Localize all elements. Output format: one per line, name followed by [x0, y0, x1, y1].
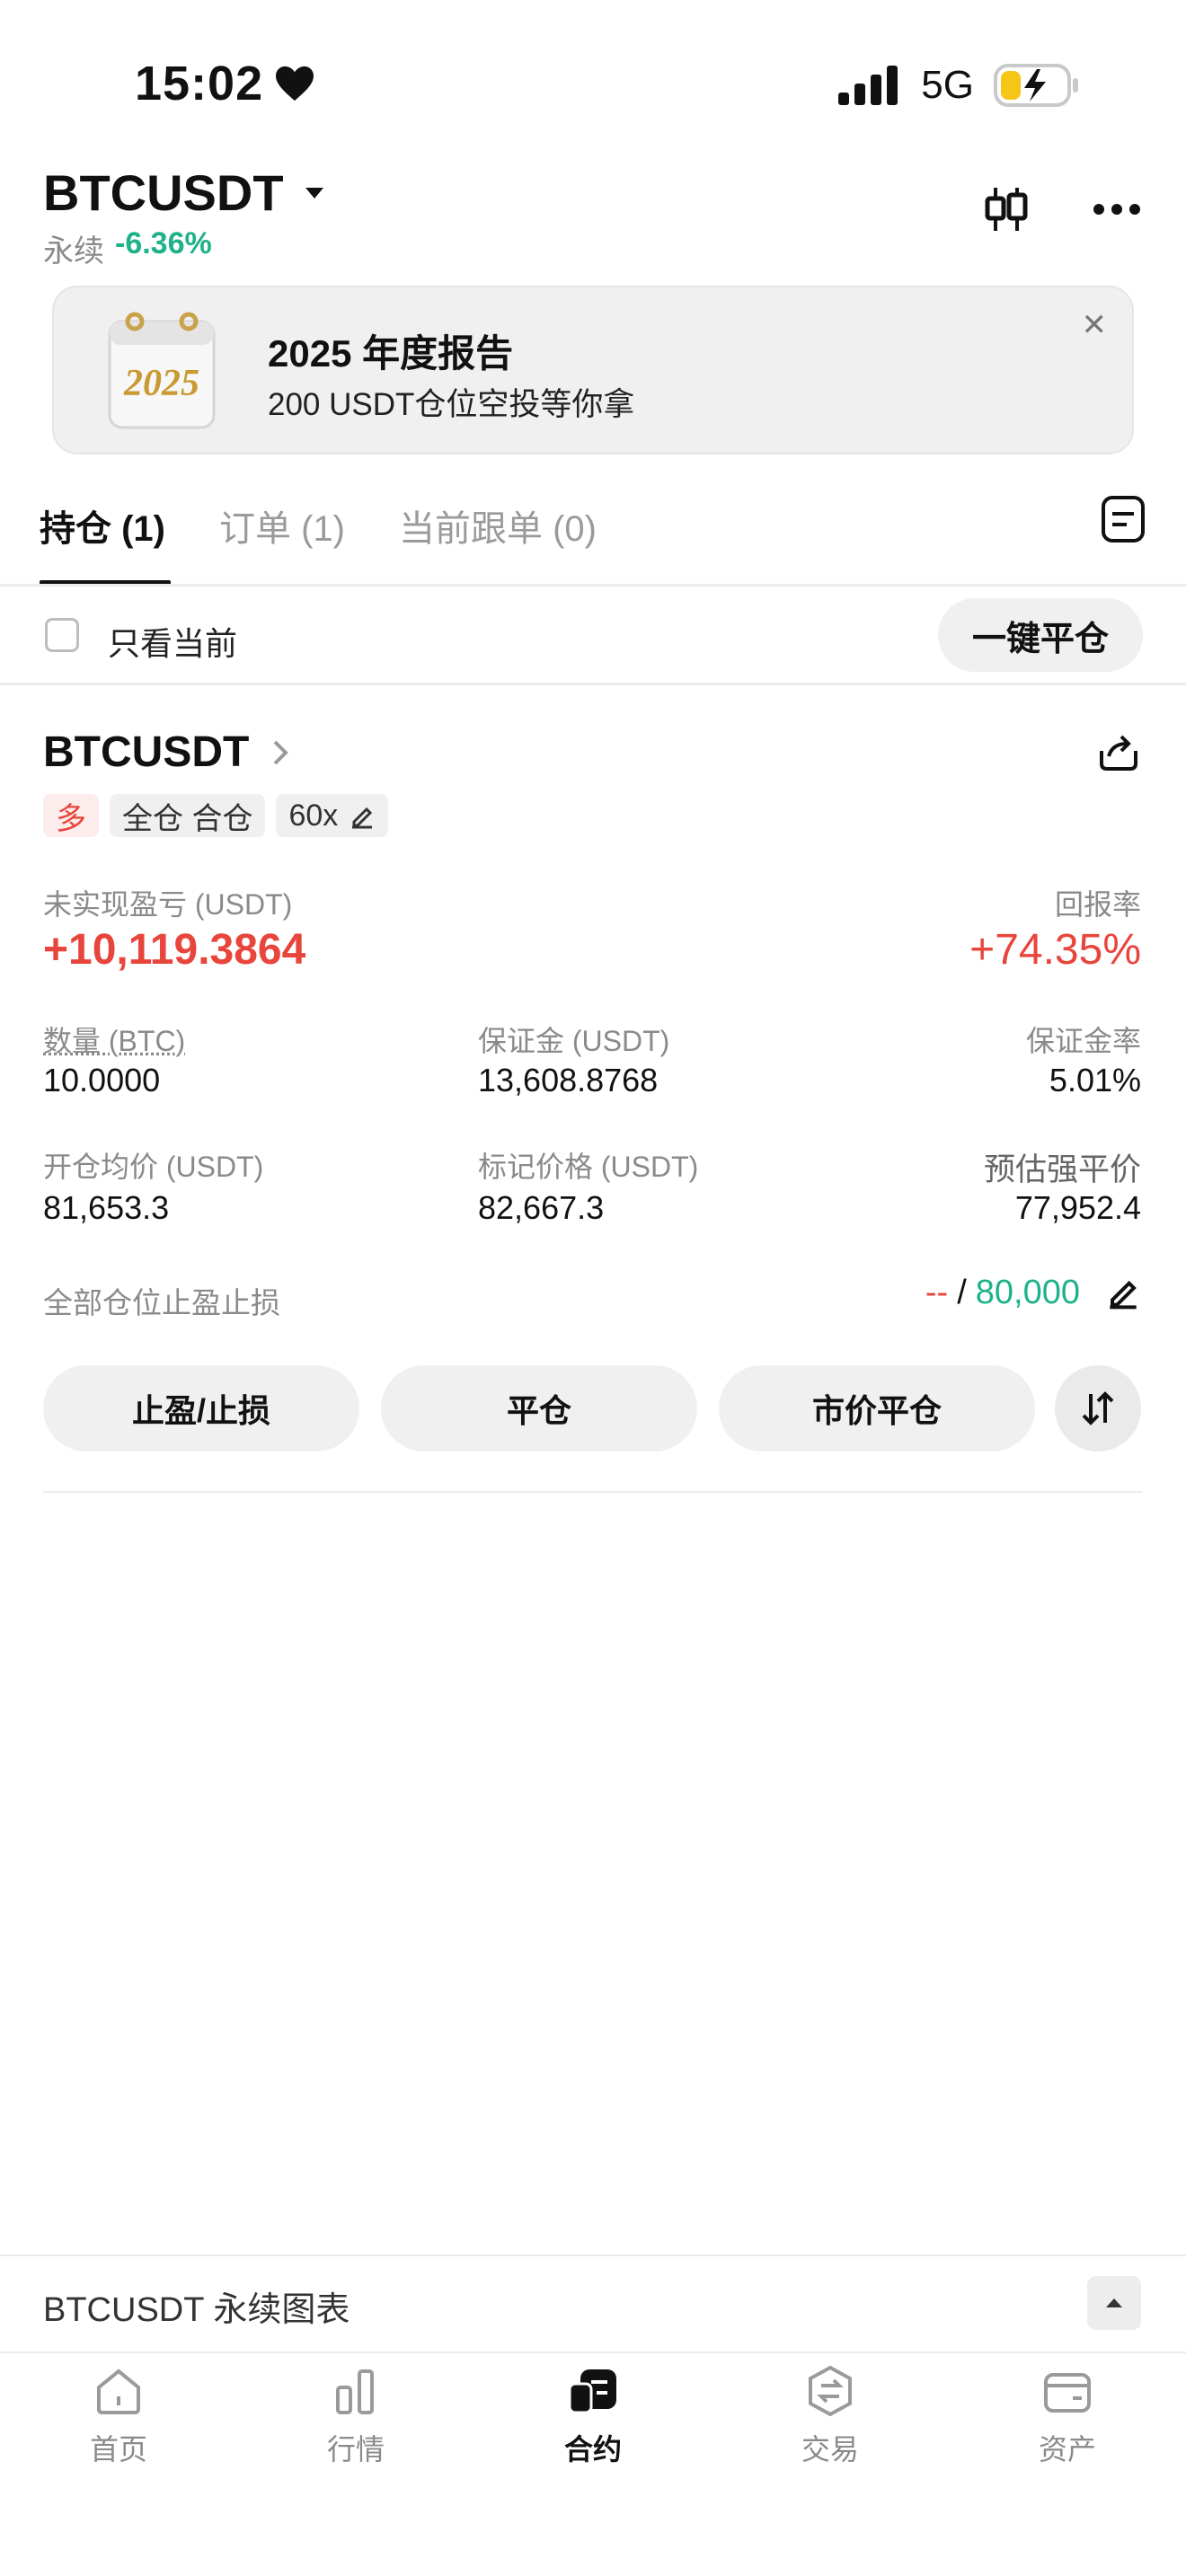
svg-text:2025: 2025 [123, 363, 199, 404]
market-close-button[interactable]: 市价平仓 [719, 1365, 1035, 1451]
margin-value: 13,608.8768 [478, 1062, 659, 1098]
calendar-2025-icon: 2025 [108, 312, 216, 429]
caret-down-icon [305, 187, 323, 198]
entry-price-label: 开仓均价 (USDT) [43, 1151, 264, 1183]
banner-title: 2025 年度报告 [268, 332, 514, 375]
pair-title: BTCUSDT [43, 164, 284, 221]
take-profit-value: -- [925, 1274, 949, 1311]
nav-assets[interactable]: 资产 [949, 2353, 1186, 2470]
roe-label: 回报率 [1054, 888, 1141, 921]
banner-subtitle: 200 USDT仓位空投等你拿 [268, 387, 635, 422]
close-icon[interactable]: ✕ [1082, 307, 1108, 343]
margin-ratio-value: 5.01% [1049, 1062, 1141, 1098]
status-time: 15:02 [135, 56, 315, 111]
heart-icon [276, 66, 314, 101]
margin-mode-badge[interactable]: 全仓 合仓 [110, 794, 266, 837]
roe-value: +74.35% [969, 926, 1141, 974]
header-actions [983, 184, 1141, 234]
trade-icon [809, 2365, 852, 2417]
network-type: 5G [921, 63, 974, 107]
pencil-icon [352, 807, 373, 829]
card-divider [43, 1491, 1143, 1493]
tpsl-button[interactable]: 止盈/止损 [43, 1365, 359, 1451]
chart-bar-label[interactable]: BTCUSDT 永续图表 [43, 2281, 350, 2331]
close-position-button[interactable]: 平仓 [381, 1365, 697, 1451]
qty-value: 10.0000 [43, 1062, 161, 1098]
tpsl-label: 全部仓位止盈止损 [43, 1286, 280, 1319]
pair-subtitle: 永续 -6.36% [43, 226, 212, 270]
contract-type: 永续 [43, 234, 104, 269]
bottom-nav: 首页 行情 合约 交易 资产 [0, 2353, 1186, 2470]
caret-up-icon [1106, 2298, 1122, 2307]
tpsl-separator: / [957, 1274, 967, 1311]
futures-icon [568, 2369, 616, 2414]
close-all-button[interactable]: 一键平仓 [938, 598, 1143, 672]
stop-loss-value: 80,000 [975, 1274, 1080, 1311]
qty-label[interactable]: 数量 (BTC) [43, 1019, 185, 1060]
filter-divider [0, 683, 1186, 685]
liq-price-value: 77,952.4 [1014, 1189, 1141, 1226]
mark-price-label: 标记价格 (USDT) [478, 1151, 699, 1183]
expand-chart-button[interactable] [1087, 2276, 1141, 2330]
status-right: 5G [838, 63, 1080, 108]
signal-icon [838, 66, 898, 105]
position-tabs: 持仓 (1) 订单 (1) 当前跟单 (0) [40, 499, 597, 551]
wallet-icon [1044, 2373, 1091, 2413]
margin-ratio-label: 保证金率 [1025, 1025, 1141, 1057]
current-only-label: 只看当前 [108, 625, 238, 662]
tab-positions[interactable]: 持仓 (1) [40, 499, 165, 551]
market-icon [336, 2369, 374, 2414]
candlestick-chart-icon[interactable] [983, 184, 1030, 234]
mark-price-value: 82,667.3 [478, 1189, 605, 1226]
liq-price-label: 预估强平价 [983, 1152, 1141, 1187]
edit-icon[interactable] [1105, 1274, 1141, 1310]
tab-orders[interactable]: 订单 (1) [219, 499, 345, 551]
price-change: -6.36% [115, 226, 212, 260]
side-badge: 多 [43, 794, 99, 837]
nav-market[interactable]: 行情 [237, 2353, 474, 2470]
more-icon[interactable] [1093, 203, 1141, 216]
current-only-checkbox[interactable] [45, 618, 79, 652]
share-icon[interactable] [1096, 731, 1141, 772]
entry-price-value: 81,653.3 [43, 1189, 170, 1226]
position-tags: 多 全仓 合仓 60x [43, 794, 389, 837]
position-symbol[interactable]: BTCUSDT [43, 728, 289, 777]
document-icon[interactable] [1100, 494, 1146, 544]
tab-copy-trades[interactable]: 当前跟单 (0) [399, 499, 597, 551]
home-icon [97, 2369, 140, 2414]
battery-charging-icon [994, 64, 1078, 107]
pair-selector[interactable]: BTCUSDT [43, 163, 325, 222]
leverage-badge[interactable]: 60x [276, 794, 389, 837]
reverse-position-button[interactable] [1055, 1365, 1141, 1451]
margin-label: 保证金 (USDT) [478, 1025, 670, 1057]
chart-bar-divider [0, 2254, 1186, 2256]
tpsl-values: -- / 80,000 [925, 1274, 1080, 1312]
nav-home[interactable]: 首页 [0, 2353, 237, 2470]
chevron-right-icon [273, 740, 289, 764]
swap-vertical-icon [1082, 1391, 1114, 1425]
tabs-divider [0, 584, 1186, 587]
unrealized-pnl-label: 未实现盈亏 (USDT) [43, 888, 293, 921]
nav-futures[interactable]: 合约 [474, 2353, 712, 2470]
nav-trade[interactable]: 交易 [712, 2353, 949, 2470]
unrealized-pnl-value: +10,119.3864 [43, 926, 306, 974]
annual-report-banner[interactable]: 2025 2025 年度报告 200 USDT仓位空投等你拿 ✕ [52, 286, 1134, 454]
